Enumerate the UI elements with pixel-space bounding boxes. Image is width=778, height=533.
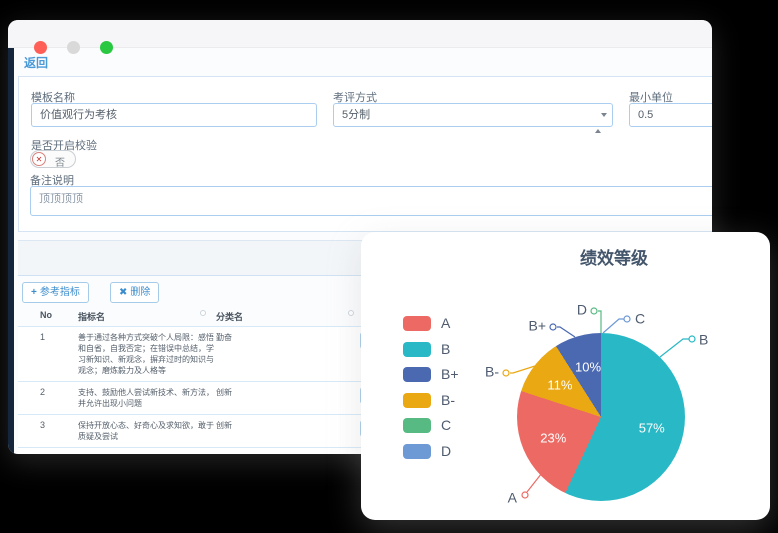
row-number: 2 [40, 387, 45, 397]
indicator-name: 保持开放心态、好奇心及求知欲，敢于质疑及尝试 [78, 415, 218, 447]
toggle-state-label: 否 [55, 154, 65, 169]
add-indicator-button[interactable]: +参考指标 [22, 282, 89, 303]
min-unit-input[interactable]: 0.5 [629, 103, 712, 127]
pie-data-label: 11% [547, 378, 572, 393]
window-titlebar [8, 20, 712, 48]
minimize-window-button[interactable] [67, 41, 80, 54]
sort-icon[interactable] [348, 310, 354, 316]
select-stepper-icon [595, 112, 603, 134]
legend-swatch-icon [403, 393, 431, 408]
toggle-off-icon: ✕ [32, 152, 46, 166]
col-no: No [40, 310, 52, 320]
callout-d: D [577, 302, 601, 333]
back-link[interactable]: 返回 [24, 54, 48, 71]
sidebar-sliver [8, 48, 14, 454]
category-name: 勤奋 [216, 332, 232, 343]
svg-text:C: C [635, 311, 645, 327]
eval-method-select[interactable]: 5分制 [333, 103, 613, 127]
pie-data-label: 10% [575, 359, 601, 374]
callout-c: C [603, 311, 645, 333]
legend-swatch-icon [403, 444, 431, 459]
svg-text:B-: B- [485, 364, 499, 380]
screenshot-stage: 返回 模板名称 价值观行为考核 考评方式 5分制 最小单位 0.5 是否开启校验… [0, 0, 778, 533]
category-name: 创新 [216, 420, 232, 431]
svg-text:A: A [508, 490, 518, 506]
chart-title: 绩效等级 [514, 244, 714, 269]
eval-method-value: 5分制 [342, 109, 370, 121]
x-icon: ✖ [119, 287, 127, 298]
legend-label: D [441, 444, 451, 459]
legend-swatch-icon [403, 316, 431, 331]
legend-label: A [441, 316, 450, 331]
maximize-window-button[interactable] [100, 41, 113, 54]
sort-icon[interactable] [200, 310, 206, 316]
col-category: 分类名 [216, 310, 243, 323]
indicator-name: 善于将经过实践检验的创新思路和方法文字化、制度化，纳入日常工作流程 [78, 448, 218, 454]
remark-textarea[interactable]: 顶顶顶顶 [30, 186, 712, 216]
callout-b: B [660, 332, 708, 357]
category-name: 创新 [216, 453, 232, 454]
row-number: 3 [40, 420, 45, 430]
col-indicator: 指标名 [78, 310, 105, 323]
indicator-name: 支持、鼓励他人尝试新技术、新方法，并允许出现小问题 [78, 382, 218, 414]
legend-label: B+ [441, 367, 459, 382]
close-window-button[interactable] [34, 41, 47, 54]
callout-b-plus: B+ [528, 318, 575, 337]
validation-toggle[interactable]: ✕ 否 [30, 150, 76, 168]
indicator-name: 善于通过各种方式突破个人局限：感悟和自省，自我否定；在错误中总结，学习新知识、新… [78, 327, 218, 381]
legend-swatch-icon [403, 367, 431, 382]
legend-swatch-icon [403, 418, 431, 433]
template-name-input[interactable]: 价值观行为考核 [31, 103, 317, 127]
delete-button[interactable]: ✖删除 [110, 282, 159, 303]
svg-text:D: D [577, 302, 587, 318]
chart-card: 绩效等级 ABB+B-CD D C B B+ [361, 232, 770, 520]
legend-swatch-icon [403, 342, 431, 357]
row-number: 4 [40, 453, 45, 454]
svg-text:B: B [699, 332, 708, 348]
svg-text:B+: B+ [528, 318, 546, 334]
legend-label: B- [441, 393, 455, 408]
category-name: 创新 [216, 387, 232, 398]
legend-label: C [441, 418, 451, 433]
pie-data-label: 23% [540, 430, 566, 445]
row-number: 1 [40, 332, 45, 342]
legend-label: B [441, 342, 450, 357]
pie-data-label: 57% [639, 421, 665, 436]
plus-icon: + [31, 287, 37, 298]
